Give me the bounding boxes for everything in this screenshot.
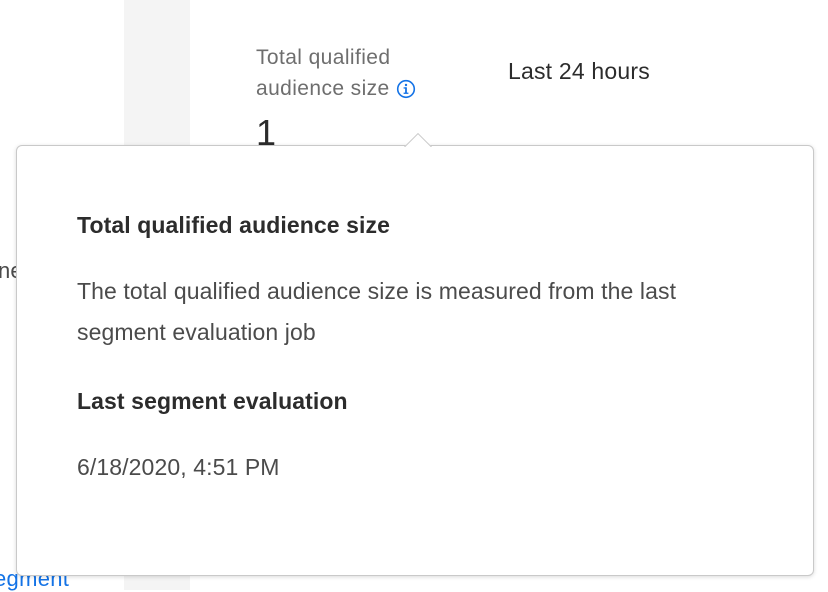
popover-description: The total qualified audience size is mea… [77,278,677,345]
popover-subtitle: Last segment evaluation [77,388,348,414]
info-popover: Total qualified audience size The total … [16,145,814,576]
time-range-label: Last 24 hours [508,58,650,84]
metric-label-line2: audience size [256,77,390,100]
popover-timestamp: 6/18/2020, 4:51 PM [77,454,280,480]
metric-label-line1: Total qualified [256,46,391,69]
metric-label-line2-wrap: audience size [256,73,456,104]
popover-arrow [404,131,432,147]
popover-title: Total qualified audience size [77,212,391,238]
metric-label: Total qualified audience size [256,42,456,104]
info-icon[interactable] [396,77,416,99]
